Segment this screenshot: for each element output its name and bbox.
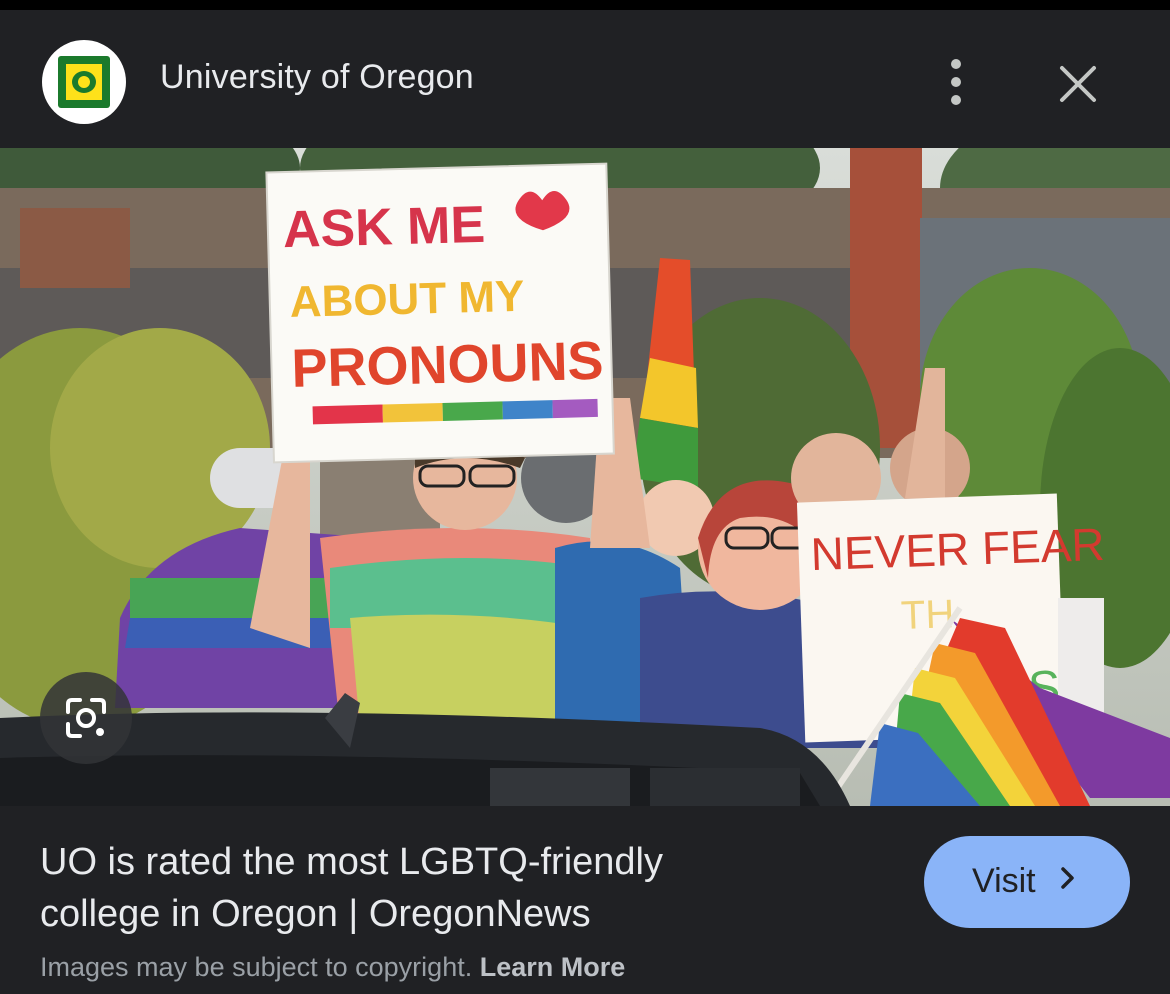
sign-text-line2: ABOUT MY	[289, 272, 525, 327]
pride-parade-photo: ASK ME ABOUT MY PRONOUNS NEVER FEAR TH R…	[0, 148, 1170, 806]
more-vertical-icon	[951, 59, 961, 105]
sign-right-text: NEVER FEAR	[810, 518, 1106, 580]
learn-more-link[interactable]: Learn More	[480, 952, 626, 982]
google-lens-button[interactable]	[40, 672, 132, 764]
chevron-right-icon	[1058, 862, 1078, 903]
visit-button[interactable]: Visit	[924, 836, 1130, 928]
result-title-line1: UO is rated the most LGBTQ-friendly	[40, 841, 663, 883]
result-title-line2: college in Oregon | OregonNews	[40, 893, 591, 935]
site-logo[interactable]	[42, 40, 126, 124]
image-viewer-header: University of Oregon	[0, 10, 1170, 148]
result-image[interactable]: ASK ME ABOUT MY PRONOUNS NEVER FEAR TH R…	[0, 148, 1170, 806]
oregon-o-logo-icon	[58, 56, 110, 108]
sign-text-line1: ASK ME	[282, 196, 486, 259]
close-icon	[1060, 66, 1096, 102]
copyright-text: Images may be subject to copyright.	[40, 952, 473, 982]
close-button[interactable]	[1048, 54, 1108, 114]
site-name[interactable]: University of Oregon	[160, 58, 474, 97]
google-lens-icon	[66, 698, 106, 738]
result-title[interactable]: UO is rated the most LGBTQ-friendly coll…	[40, 836, 860, 940]
status-strip	[0, 0, 1170, 10]
sign-text-line3: PRONOUNS	[291, 331, 604, 399]
visit-label: Visit	[972, 862, 1036, 900]
copyright-notice: Images may be subject to copyright. Lear…	[40, 952, 625, 983]
more-options-button[interactable]	[930, 50, 984, 114]
result-info-panel: UO is rated the most LGBTQ-friendly coll…	[0, 806, 1170, 994]
